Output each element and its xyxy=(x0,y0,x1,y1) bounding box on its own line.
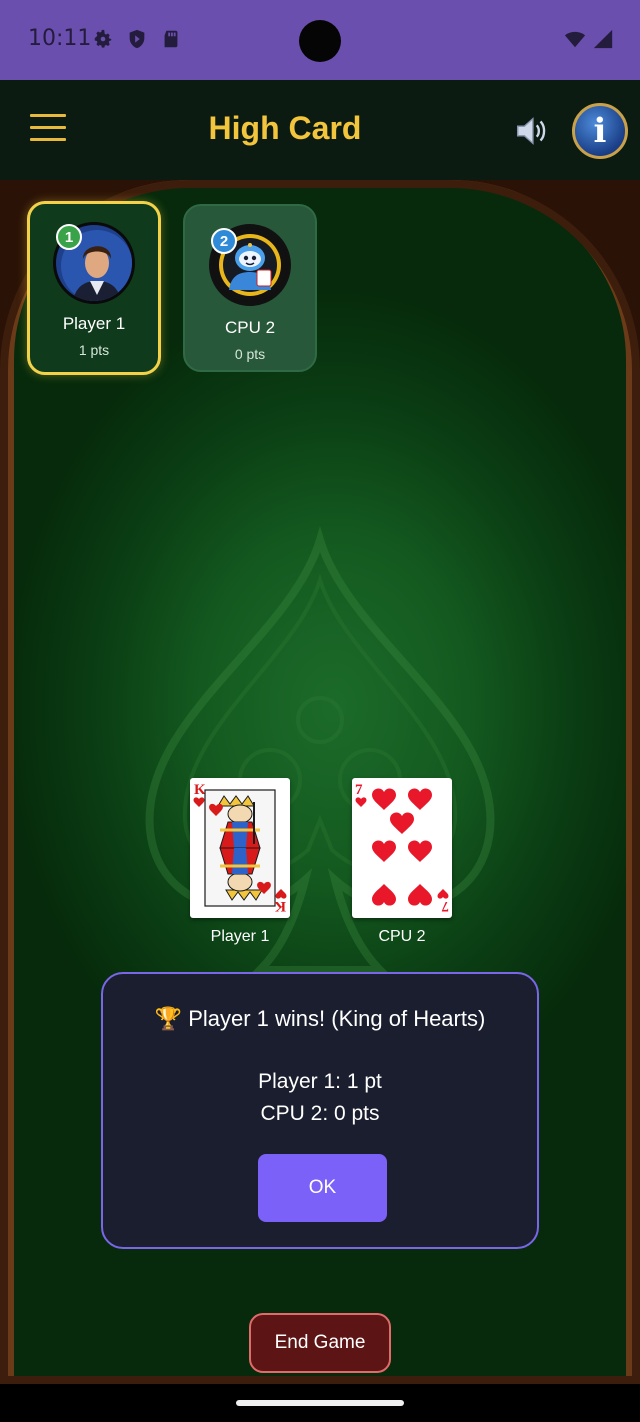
played-card-king-of-hearts: K K xyxy=(190,778,290,918)
player-panel-2[interactable]: 2 CPU 2 0 pts xyxy=(183,204,317,372)
player-name: CPU 2 xyxy=(224,318,276,337)
player-number-badge: 1 xyxy=(56,224,82,250)
speaker-icon[interactable] xyxy=(512,112,550,150)
system-nav-bar xyxy=(0,1384,640,1422)
round-result-dialog: 🏆 Player 1 wins! (King of Hearts) Player… xyxy=(101,972,539,1249)
sd-card-icon xyxy=(164,30,178,48)
home-indicator[interactable] xyxy=(236,1400,404,1406)
player-points: 1 pts xyxy=(78,342,110,358)
game-table: 1 Player 1 1 pts 2 CPU 2 0 pts K K Playe… xyxy=(0,180,640,1384)
svg-text:K: K xyxy=(274,898,286,914)
result-text: Player 1 wins! (King of Hearts) xyxy=(188,1006,486,1031)
player-name: Player 1 xyxy=(62,314,126,333)
info-icon[interactable]: i xyxy=(572,103,628,159)
gear-icon xyxy=(94,29,112,48)
score-line: CPU 2: 0 pts xyxy=(260,1102,380,1125)
status-time: 10:11 xyxy=(28,26,92,51)
signal-icon xyxy=(593,29,613,49)
svg-text:7: 7 xyxy=(355,782,363,798)
ok-button[interactable]: OK xyxy=(258,1154,387,1222)
status-icons-left xyxy=(92,28,182,50)
app-title: High Card xyxy=(208,110,362,146)
player-panel-1[interactable]: 1 Player 1 1 pts xyxy=(27,201,161,375)
end-game-button[interactable]: End Game xyxy=(249,1313,391,1373)
status-bar: 10:11 xyxy=(0,0,640,80)
trophy-icon: 🏆 xyxy=(154,1006,183,1031)
spade-decoration-icon xyxy=(145,526,495,974)
result-message: 🏆 Player 1 wins! (King of Hearts) xyxy=(103,1006,537,1032)
shield-icon xyxy=(129,29,145,49)
player-points: 0 pts xyxy=(234,346,266,362)
wifi-icon xyxy=(564,31,586,48)
card-owner-label: Player 1 xyxy=(210,928,270,945)
svg-text:K: K xyxy=(194,782,206,798)
camera-cutout xyxy=(299,20,341,62)
svg-text:7: 7 xyxy=(441,898,449,914)
app-bar: High Card i xyxy=(0,80,640,180)
played-card-seven-of-hearts: 7 7 xyxy=(352,778,452,918)
score-line: Player 1: 1 pt xyxy=(258,1070,382,1093)
status-icons-right xyxy=(564,28,614,50)
card-owner-label: CPU 2 xyxy=(378,928,426,945)
player-number-badge: 2 xyxy=(211,228,237,254)
